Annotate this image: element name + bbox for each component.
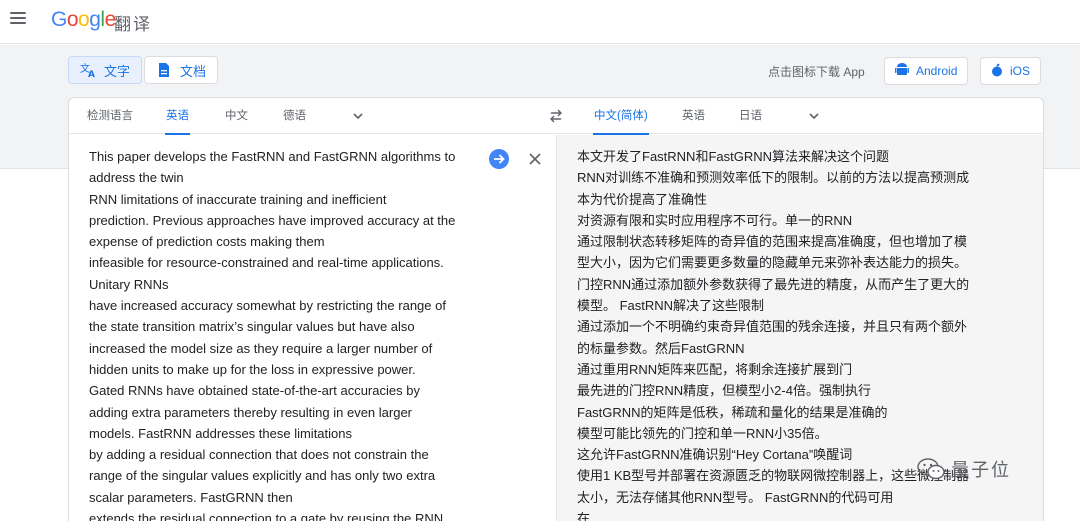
translation-text-line: 本文开发了FastRNN和FastGRNN算法来解决这个问题 (577, 149, 890, 164)
source-text-line: models. FastRNN addresses these limitati… (89, 425, 352, 441)
source-text-line: adding extra parameters thereby resultin… (89, 404, 413, 420)
translation-text-line: 门控RNN通过添加额外参数获得了最先进的精度，从而产生了更大的 (577, 276, 970, 292)
translation-text-line: 通过添加一个不明确约束奇异值范围的残余连接，并且只有两个额外 (577, 319, 968, 335)
document-mode-label: 文档 (180, 63, 207, 79)
ios-label: iOS (1010, 64, 1031, 78)
source-lang-chinese[interactable]: 中文 (224, 98, 249, 134)
source-lang-dropdown-icon[interactable] (352, 110, 364, 122)
translation-card: 检测语言 英语 中文 德语 中文(简体) 英语 日语 This paper de… (68, 97, 1044, 521)
watermark: 量子位 (917, 456, 1011, 482)
translation-text-line: 在 (577, 511, 591, 521)
source-text-input[interactable]: This paper develops the FastRNN and Fast… (89, 146, 489, 521)
document-mode-button[interactable]: 文档 (144, 56, 219, 84)
language-bar: 检测语言 英语 中文 德语 中文(简体) 英语 日语 (69, 98, 1043, 135)
source-text-line: hidden units to make up for the loss in … (89, 361, 416, 377)
translate-icon: 文A (80, 62, 96, 78)
source-text-line: extends the residual connection to a gat… (89, 511, 444, 521)
source-lang-english[interactable]: 英语 (165, 98, 190, 135)
document-icon (156, 62, 172, 78)
translation-text-line: 使用1 KB型号并部署在资源匮乏的物联网微控制器上，这些微控制器 (577, 468, 970, 484)
clear-text-icon[interactable] (526, 150, 544, 168)
translation-text-line: 的标量参数。然后FastGRNN (577, 340, 745, 356)
target-lang-chinese-simplified[interactable]: 中文(简体) (593, 98, 649, 135)
source-text-line: increased the model size as they require… (89, 340, 433, 356)
source-text-line: This paper develops the FastRNN and Fast… (89, 149, 456, 164)
translation-text-line: FastGRNN的矩阵是低秩，稀疏和量化的结果是准确的 (577, 404, 888, 420)
source-text-line: address the twin (89, 170, 184, 186)
arrow-right-icon (494, 154, 505, 164)
source-text-line: Unitary RNNs (89, 276, 169, 292)
translate-go-button[interactable] (489, 149, 509, 169)
swap-languages-icon[interactable] (548, 108, 564, 124)
target-lang-dropdown-icon[interactable] (808, 110, 820, 122)
source-text-pane[interactable]: This paper develops the FastRNN and Fast… (69, 135, 556, 521)
hamburger-menu-icon[interactable] (10, 12, 26, 26)
text-mode-button[interactable]: 文A 文字 (68, 56, 143, 84)
source-text-line: by adding a residual connection that doe… (89, 447, 429, 463)
source-lang-detect[interactable]: 检测语言 (86, 98, 134, 134)
app-title: 翻译 (114, 15, 152, 34)
source-text-line: Gated RNNs have obtained state-of-the-ar… (89, 383, 420, 399)
translation-text-line: 对资源有限和实时应用程序不可行。单一的RNN (577, 212, 853, 228)
source-text-line: expense of prediction costs making them (89, 234, 325, 250)
source-text-line: prediction. Previous approaches have imp… (89, 212, 456, 228)
translation-text-line: 最先进的门控RNN精度，但模型小2-4倍。强制执行 (577, 383, 871, 399)
svg-text:A: A (88, 70, 95, 78)
wechat-icon (917, 458, 945, 480)
translation-text-line: 型大小，因为它们需要更多数量的隐藏单元来弥补表达能力的损失。 (577, 255, 968, 271)
source-text-line: infeasible for resource-constrained and … (89, 255, 444, 271)
target-lang-japanese[interactable]: 日语 (738, 98, 763, 134)
source-text-line: have increased accuracy somewhat by rest… (89, 298, 446, 314)
translation-text-line: RNN对训练不准确和预测效率低下的限制。以前的方法以提高预测成 (577, 170, 970, 186)
source-text-line: range of the singular values explicitly … (89, 468, 436, 484)
download-app-text: 点击图标下载 App (768, 65, 865, 79)
source-text-line: scalar parameters. FastGRNN then (89, 489, 293, 505)
translation-text-line: 模型。 FastRNN解决了这些限制 (577, 298, 765, 314)
translation-text-line: 本为代价提高了准确性 (577, 191, 708, 207)
source-text-line: the state transition matrix’s singular v… (89, 319, 415, 335)
ios-button[interactable]: iOS (980, 57, 1042, 85)
watermark-text: 量子位 (951, 460, 1011, 480)
source-text-line: RNN limitations of inaccurate training a… (89, 191, 387, 207)
source-lang-german[interactable]: 德语 (282, 98, 307, 134)
google-logo[interactable]: Google (51, 8, 116, 32)
top-bar: Google 翻译 (0, 0, 1080, 44)
translation-text-line: 通过重用RNN矩阵来匹配，将剩余连接扩展到门 (577, 361, 853, 377)
translation-text-line: 模型可能比领先的门控和单一RNN小35倍。 (577, 425, 828, 441)
apple-icon (991, 63, 1003, 80)
text-mode-label: 文字 (104, 63, 131, 79)
android-label: Android (916, 64, 958, 78)
translation-text-line: 太小，无法存储其他RNN型号。 FastGRNN的代码可用 (577, 489, 894, 505)
android-button[interactable]: Android (884, 57, 969, 85)
target-lang-english[interactable]: 英语 (681, 98, 706, 134)
translation-output-text: 本文开发了FastRNN和FastGRNN算法来解决这个问题 RNN对训练不准确和… (577, 146, 969, 521)
android-icon (895, 62, 909, 80)
translation-text-line: 这允许FastGRNN准确识别“Hey Cortana”唤醒词 (577, 447, 853, 463)
translation-text-line: 通过限制状态转移矩阵的奇异值的范围来提高准确度，但也增加了模 (577, 234, 968, 250)
